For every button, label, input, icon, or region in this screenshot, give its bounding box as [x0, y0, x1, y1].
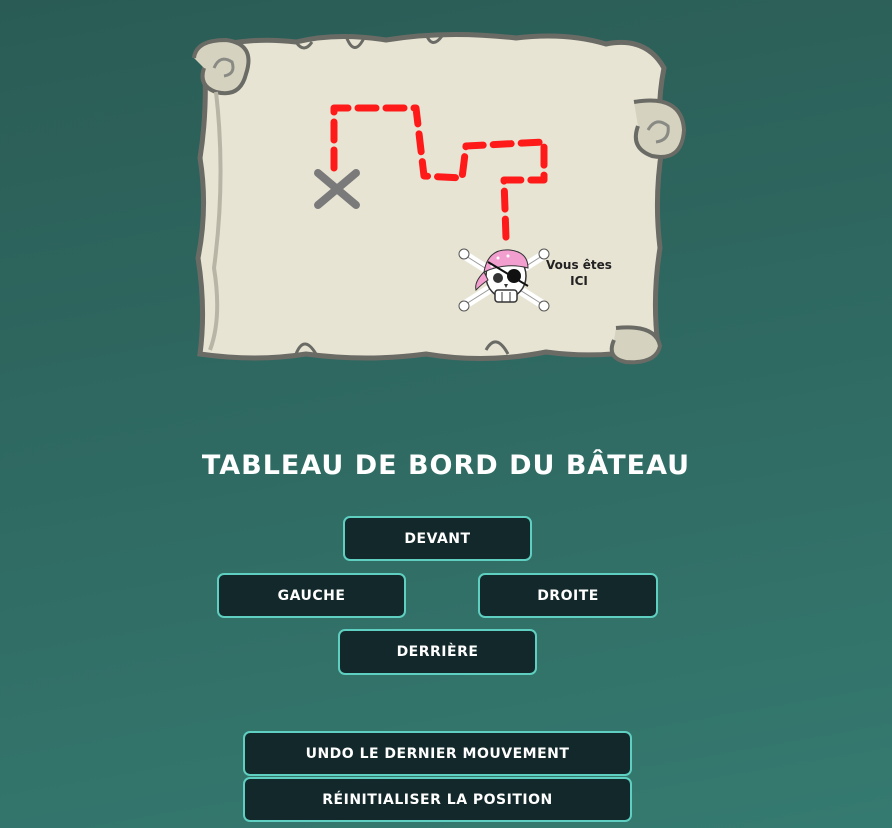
you-are-here-label-2: ICI: [570, 274, 588, 288]
reset-position-button[interactable]: RÉINITIALISER LA POSITION: [243, 777, 632, 822]
left-button[interactable]: GAUCHE: [217, 573, 406, 618]
right-button[interactable]: DROITE: [478, 573, 658, 618]
dashboard-title: TABLEAU DE BORD DU BÂTEAU: [201, 450, 691, 481]
you-are-here-label: Vous êtes: [546, 258, 612, 272]
parchment-scroll: Vous êtes ICI: [192, 31, 687, 365]
treasure-map: Vous êtes ICI: [186, 28, 690, 370]
undo-button[interactable]: UNDO LE DERNIER MOUVEMENT: [243, 731, 632, 776]
forward-button[interactable]: DEVANT: [343, 516, 532, 561]
backward-button[interactable]: DERRIÈRE: [338, 629, 537, 675]
